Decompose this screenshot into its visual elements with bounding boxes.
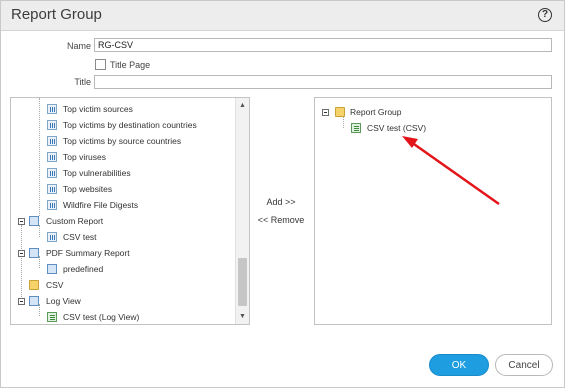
chart-report-icon bbox=[47, 104, 57, 114]
collapse-toggle-icon[interactable] bbox=[18, 250, 25, 257]
title-page-label: Title Page bbox=[110, 60, 151, 70]
tree-item-label: Top vulnerabilities bbox=[63, 168, 131, 178]
tree-item-label: Custom Report bbox=[46, 216, 104, 226]
folder-open-icon bbox=[335, 107, 345, 117]
tree-guide-line bbox=[21, 225, 22, 305]
tree-item-label: Top victims by source countries bbox=[63, 136, 182, 146]
dialog-title: Report Group bbox=[11, 6, 102, 23]
ok-button[interactable]: OK bbox=[429, 354, 489, 376]
tree-item-label: predefined bbox=[63, 264, 104, 274]
pdf-summary-folder-icon bbox=[29, 248, 39, 258]
tree-item-label: CSV bbox=[46, 280, 64, 290]
chart-report-icon bbox=[47, 232, 57, 242]
chart-report-icon bbox=[47, 184, 57, 194]
title-label: Title bbox=[74, 77, 91, 87]
add-button[interactable]: Add >> bbox=[251, 197, 311, 207]
collapse-toggle-icon[interactable] bbox=[18, 218, 25, 225]
csv-report-icon bbox=[47, 312, 57, 322]
remove-button[interactable]: << Remove bbox=[251, 215, 311, 225]
report-group-tree: Report Group CSV test (CSV) bbox=[314, 97, 552, 325]
tree-item-label: Top victims by destination countries bbox=[63, 120, 197, 130]
tree-guide-line bbox=[39, 98, 40, 216]
chart-report-icon bbox=[47, 152, 57, 162]
pdf-report-icon bbox=[47, 264, 57, 274]
available-reports-tree: Top victim sources Top victims by destin… bbox=[10, 97, 250, 325]
tree-scrollbar[interactable]: ▲ ▼ bbox=[235, 98, 249, 324]
title-input[interactable] bbox=[94, 75, 552, 89]
chart-report-icon bbox=[47, 120, 57, 130]
chart-report-icon bbox=[47, 136, 57, 146]
scroll-up-arrow-icon[interactable]: ▲ bbox=[239, 102, 246, 109]
custom-report-folder-icon bbox=[29, 216, 39, 226]
tree-item-label: CSV test (Log View) bbox=[63, 312, 140, 322]
tree-item-label: Top websites bbox=[63, 184, 113, 194]
tree-item-label: Top victim sources bbox=[63, 104, 133, 114]
collapse-toggle-icon[interactable] bbox=[18, 298, 25, 305]
tree-item-label: Report Group bbox=[350, 107, 402, 117]
csv-report-icon bbox=[351, 123, 361, 133]
help-icon[interactable]: ? bbox=[538, 8, 552, 22]
report-group-dialog: Report Group ? Name RG-CSV Title Page Ti… bbox=[0, 0, 565, 388]
tree-guide-line bbox=[39, 304, 40, 316]
chart-report-icon bbox=[47, 200, 57, 210]
tree-guide-line bbox=[343, 116, 344, 128]
title-page-checkbox[interactable] bbox=[95, 59, 106, 70]
collapse-toggle-icon[interactable] bbox=[322, 109, 329, 116]
tree-item-label: Wildfire File Digests bbox=[63, 200, 139, 210]
scrollbar-thumb[interactable] bbox=[238, 258, 247, 306]
log-view-folder-icon bbox=[29, 296, 39, 306]
cancel-button[interactable]: Cancel bbox=[495, 354, 553, 376]
name-label: Name bbox=[66, 41, 91, 51]
tree-item-label: PDF Summary Report bbox=[46, 248, 130, 258]
tree-item-label: CSV test bbox=[63, 232, 97, 242]
folder-icon bbox=[29, 280, 39, 290]
tree-guide-line bbox=[39, 225, 40, 237]
tree-item-label: Log View bbox=[46, 296, 81, 306]
tree-guide-line bbox=[39, 256, 40, 268]
tree-item-label: Top viruses bbox=[63, 152, 106, 162]
name-input[interactable]: RG-CSV bbox=[94, 38, 552, 52]
dialog-titlebar: Report Group ? bbox=[1, 1, 564, 31]
tree-item-label: CSV test (CSV) bbox=[367, 123, 427, 133]
scroll-down-arrow-icon[interactable]: ▼ bbox=[239, 313, 246, 320]
chart-report-icon bbox=[47, 168, 57, 178]
